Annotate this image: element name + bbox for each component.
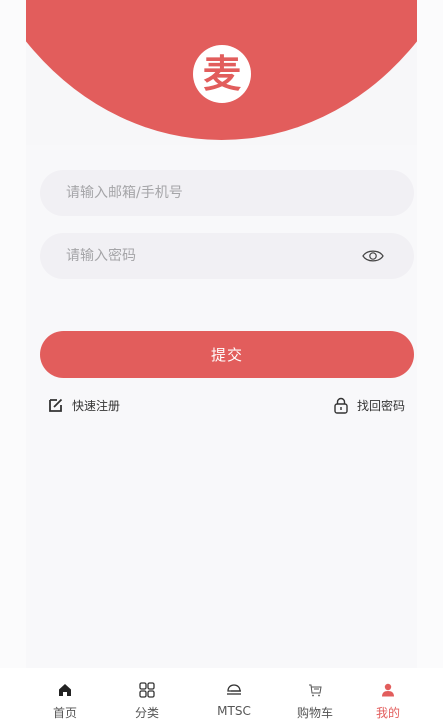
tab-label-home: 首页 — [52, 706, 77, 720]
cart-icon — [308, 680, 322, 700]
tab-mine[interactable]: 我的 — [373, 668, 403, 722]
register-link[interactable]: 快速注册 — [48, 394, 120, 416]
brand-logo: 麦 — [193, 45, 251, 103]
user-icon — [381, 680, 395, 700]
home-icon — [58, 680, 72, 700]
mtsc-icon — [226, 680, 242, 700]
tab-home[interactable]: 首页 — [50, 668, 80, 722]
forgot-label: 找回密码 — [356, 398, 405, 413]
email-input[interactable] — [66, 185, 346, 201]
edit-icon — [49, 398, 63, 412]
password-input[interactable] — [66, 248, 346, 264]
eye-icon[interactable] — [362, 247, 384, 265]
tab-category[interactable]: 分类 — [132, 668, 162, 722]
bottom-tabbar: 首页 分类 MTSC 购物车 我的 — [0, 668, 443, 722]
logo-text: 麦 — [202, 51, 241, 96]
login-page: 麦 提交 快速注册 找回密 — [0, 0, 443, 722]
register-label: 快速注册 — [72, 398, 121, 413]
tab-label-cart: 购物车 — [296, 706, 333, 720]
tab-label-mtsc: MTSC — [217, 704, 251, 718]
header-banner: 麦 — [26, 0, 417, 145]
password-field-wrapper — [40, 233, 414, 279]
grid-icon — [139, 680, 155, 700]
email-field-wrapper — [40, 170, 414, 216]
lock-icon — [334, 397, 348, 414]
main-content: 麦 提交 快速注册 找回密 — [26, 0, 417, 722]
tab-label-category: 分类 — [134, 706, 159, 720]
forgot-password-link[interactable]: 找回密码 — [333, 394, 405, 416]
tab-mtsc[interactable]: MTSC — [214, 668, 254, 722]
submit-button[interactable]: 提交 — [40, 331, 414, 378]
tab-cart[interactable]: 购物车 — [295, 668, 335, 722]
tab-label-mine: 我的 — [375, 706, 400, 720]
